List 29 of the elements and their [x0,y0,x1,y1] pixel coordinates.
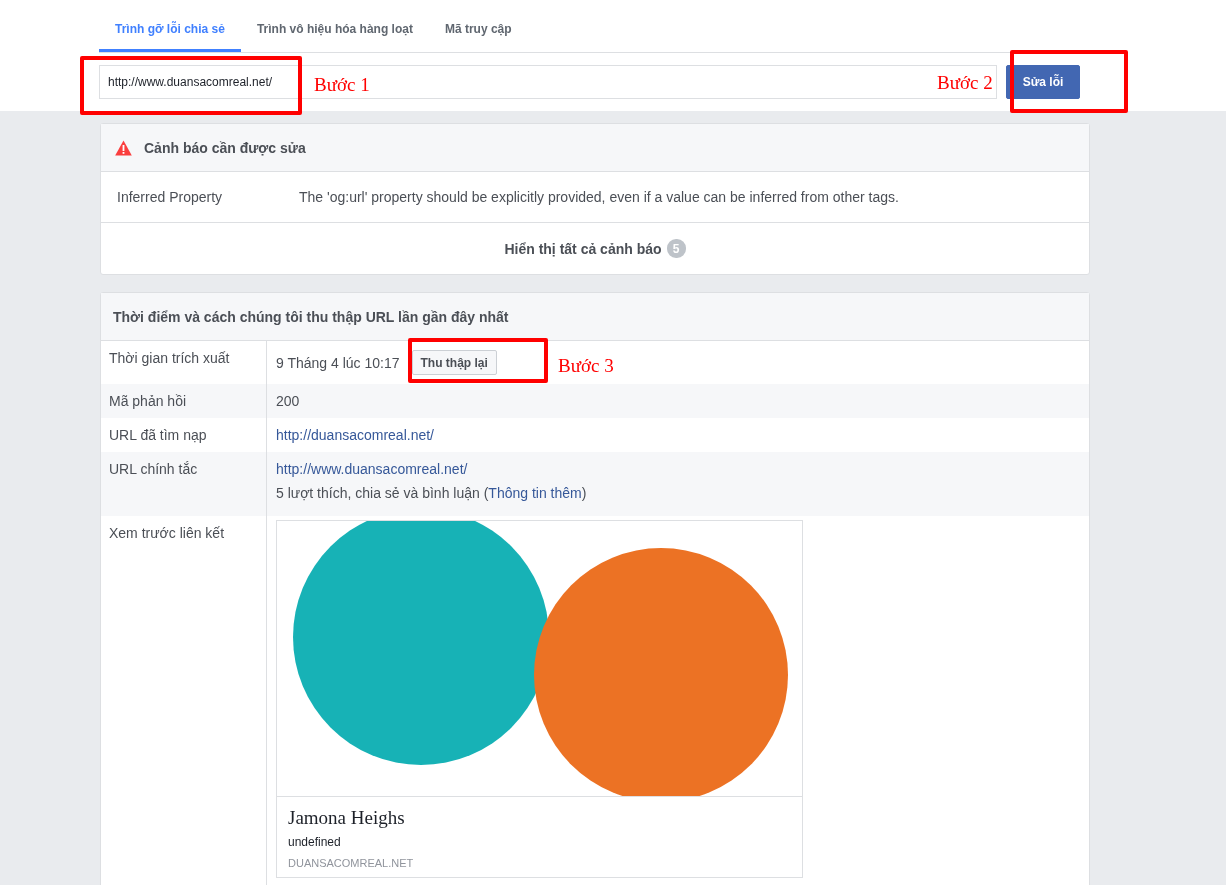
tab[interactable]: Trình vô hiệu hóa hàng loạt [240,0,429,52]
count-badge: 5 [666,239,686,258]
field-label: Thời gian trích xuất [109,350,230,366]
more-info-link[interactable]: Thông tin thêm [488,485,582,501]
step-label: Bước 2 [937,72,993,94]
show-all-warnings-link[interactable]: Hiển thị tất cả cảnh báo [504,240,662,257]
preview-description: undefined [288,835,342,849]
card-title: Thời điểm và cách chúng tôi thu thập URL lần gần đây nhất [113,308,509,325]
property-name: Inferred Property [116,189,224,205]
tab[interactable]: Mã truy cập [428,0,528,52]
field-label: URL chính tắc [109,461,198,477]
tab[interactable]: Trình gỡ lỗi chia sẻ [99,0,241,52]
engagement-text: 5 lượt thích, chia sẻ và bình luận (Thông tin thêm) [276,485,588,501]
preview-title: Jamona Heighs [288,807,406,829]
url-link[interactable]: http://duansacomreal.net/ [276,427,434,443]
preview-domain: DUANSACOMREAL.NET [288,857,415,869]
field-label: Mã phản hồi [109,393,187,409]
debug-button[interactable]: Sửa lỗi [1006,65,1080,99]
url-link[interactable]: http://www.duansacomreal.net/ [276,461,1080,477]
warning-icon [115,139,132,156]
step-label: Bước 3 [558,355,614,377]
field-value: 9 Tháng 4 lúc 10:17 [276,354,400,371]
scrape-again-button[interactable]: Thu thập lại [411,350,497,375]
field-value: 200 [276,393,300,409]
field-label: URL đã tìm nạp [109,427,207,443]
card-title: Cảnh báo cần được sửa [144,139,306,156]
warning-message: The 'og:url' property should be explicitly provided, even if a value can be inferred from other tags. [299,189,900,205]
field-label: Xem trước liên kết [109,525,225,541]
step-label: Bước 1 [314,74,370,96]
